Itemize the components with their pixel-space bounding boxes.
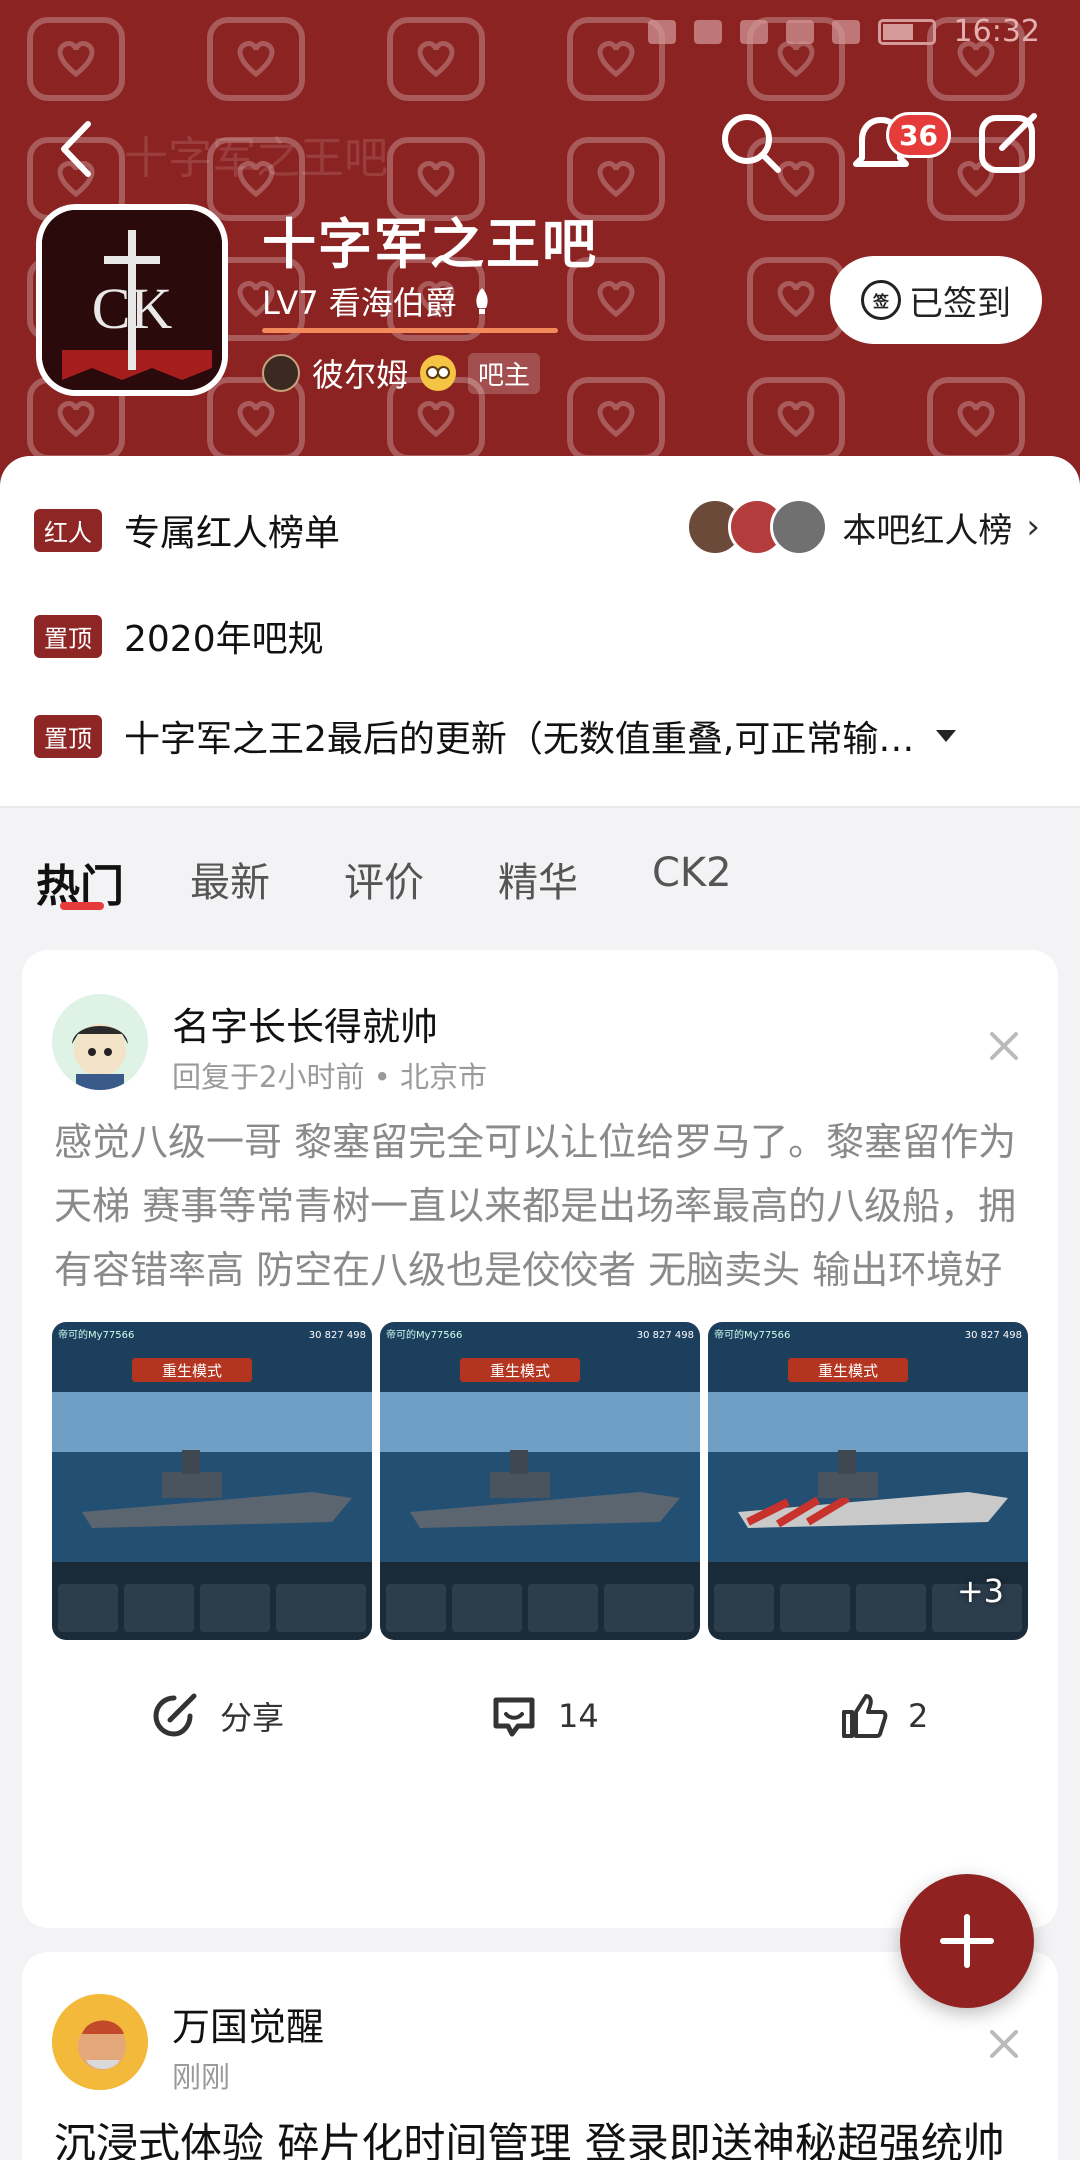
moderator-name: 彼尔姆 bbox=[312, 356, 409, 394]
post-meta: 刚刚 bbox=[172, 2060, 231, 2094]
coin-amount: 30 827 498 bbox=[309, 1330, 366, 1341]
player-name: 帝可的My77566 bbox=[386, 1328, 462, 1341]
author-avatar[interactable] bbox=[52, 1994, 148, 2090]
pinned-item-rules[interactable]: 置顶 2020年吧规 bbox=[34, 610, 324, 662]
thumbs-up-icon bbox=[842, 1694, 888, 1738]
share-label: 分享 bbox=[220, 1699, 285, 1737]
author-name[interactable]: 万国觉醒 bbox=[172, 1996, 324, 2051]
post-images: 重生模式 帝可的My77566 30 827 498 重生模式 帝可的My77566 30… bbox=[52, 1322, 1028, 1640]
share-icon bbox=[153, 1693, 197, 1737]
status-bar: 16:32 bbox=[647, 14, 1040, 49]
search-icon[interactable] bbox=[716, 108, 786, 178]
caret-down-icon[interactable] bbox=[936, 730, 957, 742]
more-images-count: +3 bbox=[956, 1572, 1004, 1610]
alarm-icon bbox=[739, 19, 768, 44]
game-avatar-icon bbox=[52, 1994, 148, 2090]
tab-ck2[interactable]: CK2 bbox=[652, 850, 732, 896]
top-navigation: 十字军之王吧 36 bbox=[0, 108, 1080, 188]
tab-featured[interactable]: 精华 bbox=[498, 850, 578, 908]
compose-icon[interactable] bbox=[974, 108, 1044, 178]
author-name[interactable]: 名字长长得就帅 bbox=[172, 996, 438, 1051]
tab-latest[interactable]: 最新 bbox=[190, 850, 270, 908]
status-time: 16:32 bbox=[953, 14, 1040, 49]
celeb-avatars bbox=[686, 498, 829, 556]
level-progress-bar bbox=[262, 328, 558, 333]
checkin-label: 已签到 bbox=[909, 283, 1011, 324]
create-post-fab[interactable] bbox=[900, 1874, 1034, 2008]
close-icon[interactable] bbox=[984, 1026, 1024, 1066]
checkin-button[interactable]: 签 已签到 bbox=[830, 256, 1042, 344]
comment-icon bbox=[493, 1697, 535, 1737]
feed-tabs: 热门 最新 评价 精华 CK2 bbox=[0, 806, 1080, 936]
flushed-face-icon bbox=[420, 355, 457, 391]
cartoon-avatar-icon bbox=[72, 1024, 128, 1090]
forum-name: 十字军之王吧 bbox=[262, 213, 598, 276]
post-image-thumbnail[interactable]: 重生模式 帝可的My77566 30 827 498 bbox=[380, 1322, 700, 1640]
notification-badge: 36 bbox=[886, 112, 951, 158]
level-progress-fill bbox=[262, 328, 558, 333]
level-label: LV7 看海伯爵 bbox=[262, 284, 457, 322]
tab-reviews[interactable]: 评价 bbox=[344, 850, 424, 908]
checkin-icon: 签 bbox=[861, 280, 901, 320]
plus-icon bbox=[940, 1914, 994, 1968]
pinned-title: 2020年吧规 bbox=[124, 619, 324, 660]
post-image-thumbnail[interactable]: 重生模式 帝可的My77566 30 827 498 +3 bbox=[708, 1322, 1028, 1640]
rocket-icon bbox=[476, 288, 488, 314]
active-tab-indicator bbox=[60, 902, 104, 910]
sword-emblem: CK bbox=[42, 210, 222, 390]
celeb-avatar bbox=[770, 498, 829, 556]
player-name: 帝可的My77566 bbox=[714, 1328, 790, 1341]
post-actions: 分享 14 2 bbox=[22, 1670, 1058, 1770]
post-text: 感觉八级一哥 黎塞留完全可以让位给罗马了。黎塞留作为天梯 赛事等常青树一直以来都… bbox=[54, 1120, 1017, 1292]
level-row[interactable]: LV7 看海伯爵 bbox=[262, 278, 495, 324]
logo-letters: CK bbox=[92, 276, 173, 341]
like-count: 2 bbox=[908, 1697, 929, 1735]
moderator-avatar bbox=[262, 354, 300, 392]
back-arrow-icon[interactable] bbox=[48, 114, 108, 184]
game-mode-label: 重生模式 bbox=[818, 1362, 878, 1380]
pinned-tag: 置顶 bbox=[34, 614, 102, 658]
moderator-row[interactable]: 彼尔姆 吧主 bbox=[262, 350, 541, 396]
battery-icon bbox=[877, 18, 936, 45]
warship-screenshot: 重生模式 帝可的My77566 30 827 498 bbox=[52, 1322, 372, 1640]
post-image-thumbnail[interactable]: 重生模式 帝可的My77566 30 827 498 bbox=[52, 1322, 372, 1640]
nfc-icon bbox=[647, 19, 676, 44]
moderator-tag: 吧主 bbox=[468, 352, 541, 394]
comment-count: 14 bbox=[558, 1697, 599, 1735]
post-card[interactable]: 名字长长得就帅 回复于2小时前 • 北京市 感觉八级一哥 黎塞留完全可以让位给罗… bbox=[22, 950, 1058, 1928]
celeb-ranking-label: 本吧红人榜 bbox=[842, 510, 1013, 551]
post-meta: 回复于2小时前 • 北京市 bbox=[172, 1060, 487, 1094]
like-button[interactable]: 2 bbox=[838, 1690, 928, 1742]
player-name: 帝可的My77566 bbox=[58, 1328, 134, 1341]
share-button[interactable]: 分享 bbox=[150, 1690, 284, 1742]
forum-header: 16:32 十字军之王吧 36 CK 十字军之王吧 LV7 看海伯爵 彼尔姆 吧… bbox=[0, 0, 1080, 520]
crusader-kings-logo: CK bbox=[42, 210, 222, 390]
celeb-ranking-link[interactable]: 本吧红人榜 › bbox=[686, 498, 1040, 556]
bluetooth-icon bbox=[693, 19, 722, 44]
forum-logo[interactable]: CK bbox=[36, 204, 228, 396]
game-mode-label: 重生模式 bbox=[490, 1362, 550, 1380]
chevron-right-icon: › bbox=[1026, 507, 1040, 547]
close-icon[interactable] bbox=[984, 2024, 1024, 2064]
pinned-tag: 置顶 bbox=[34, 714, 102, 758]
pinned-item-celebs[interactable]: 红人 专属红人榜单 bbox=[34, 504, 340, 556]
comment-button[interactable]: 14 bbox=[488, 1690, 599, 1742]
coin-amount: 30 827 498 bbox=[965, 1330, 1022, 1341]
signal-icon bbox=[831, 19, 860, 44]
game-mode-label: 重生模式 bbox=[162, 1362, 222, 1380]
author-avatar[interactable] bbox=[52, 994, 148, 1090]
pinned-item-update[interactable]: 置顶 十字军之王2最后的更新（无数值重叠,可正常输… bbox=[34, 710, 957, 762]
post-text: 沉浸式体验 碎片化时间管理 登录即送神秘超强统帅 bbox=[54, 2119, 1005, 2160]
pinned-title: 专属红人榜单 bbox=[124, 513, 341, 554]
post-card-sponsored[interactable]: 万国觉醒 刚刚 沉浸式体验 碎片化时间管理 登录即送神秘超强统帅 bbox=[22, 1952, 1058, 2160]
coin-amount: 30 827 498 bbox=[637, 1330, 694, 1341]
faded-forum-title: 十字军之王吧 bbox=[124, 133, 388, 184]
pinned-tag: 红人 bbox=[34, 508, 102, 552]
wifi-icon bbox=[785, 19, 814, 44]
warship-screenshot: 重生模式 帝可的My77566 30 827 498 bbox=[380, 1322, 700, 1640]
pinned-title: 十字军之王2最后的更新（无数值重叠,可正常输… bbox=[124, 719, 915, 760]
